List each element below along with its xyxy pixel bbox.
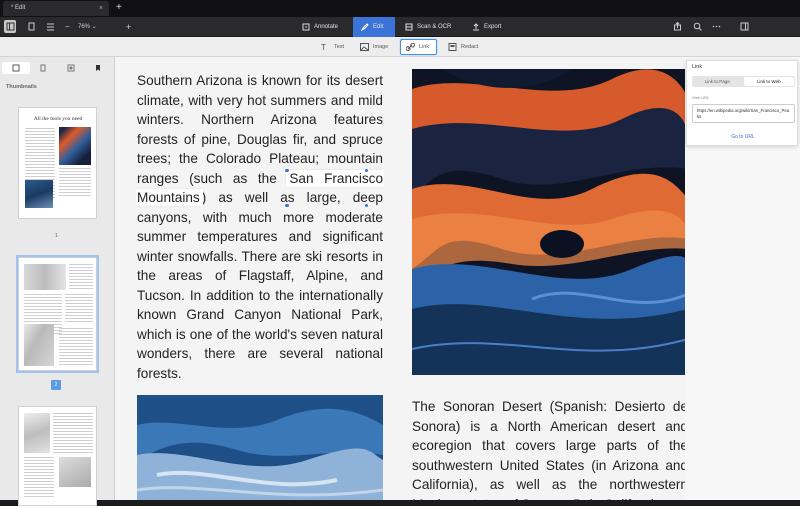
thumbnails-heading: Thumbnails <box>6 84 37 90</box>
thumbnail-text-block <box>59 328 93 366</box>
redact-tool-icon <box>448 43 457 51</box>
svg-text:T: T <box>321 43 326 51</box>
redact-tool-label: Redact <box>461 44 479 50</box>
thumbnail-image <box>25 180 53 208</box>
thumbnail-image <box>24 324 54 366</box>
main-toolbar: − 76% ⌄ + Annotate Edit Scan & OCR Expor… <box>0 17 800 37</box>
annotate-label: Annotate <box>314 24 339 30</box>
thumbnail-image <box>24 413 50 453</box>
bookmarks-tab[interactable] <box>85 62 113 74</box>
annotate-icon <box>302 23 310 31</box>
thumbnail-text-block <box>69 264 93 290</box>
export-label: Export <box>484 24 502 30</box>
thumbnail-image <box>24 264 66 290</box>
thumbnail-image <box>59 127 91 165</box>
page-thumbnail-1[interactable]: All the tools you need <box>18 107 97 219</box>
image-tool-label: Image <box>373 44 389 50</box>
link-tool-icon <box>406 43 415 51</box>
thumbnail-text-block <box>59 168 91 198</box>
sidebar-toggle-icon[interactable] <box>4 20 16 33</box>
paragraph-text-2[interactable]: The Sonoran Desert (Spanish: Desierto de… <box>412 397 685 500</box>
bookmark-icon <box>96 65 101 71</box>
thumbnail-title: All the tools you need <box>33 116 83 122</box>
thumbnails-tab[interactable] <box>2 62 30 74</box>
page-number-selected: 2 <box>51 380 61 390</box>
outline-tab[interactable] <box>30 62 58 74</box>
link-type-segmented-control: Link to Page Link to Web <box>692 76 795 87</box>
page-thumbnail-3[interactable] <box>18 406 97 506</box>
scan-ocr-mode-button[interactable]: Scan & OCR <box>397 17 459 37</box>
image-tool-icon <box>360 43 369 51</box>
text-tool-label: Text <box>334 44 345 50</box>
thumbnail-text-block <box>65 294 93 324</box>
image-tool-button[interactable]: Image <box>355 39 393 55</box>
edit-label: Edit <box>373 24 384 30</box>
link-to-page-option[interactable]: Link to Page <box>692 76 743 87</box>
selection-handle[interactable] <box>285 168 289 172</box>
selection-handle[interactable] <box>365 204 369 207</box>
edit-tools-bar: T Text Image Link Redact <box>0 37 800 57</box>
sidebar: Thumbnails All the tools you need 1 2 <box>0 57 115 506</box>
thumbnail-image <box>59 457 91 487</box>
ocean-waves-image[interactable] <box>137 395 383 500</box>
tab-label: * Edit <box>11 5 26 11</box>
go-to-url-link[interactable]: Go to URL <box>687 134 799 140</box>
share-icon[interactable] <box>671 20 683 33</box>
paragraph-text-start: Southern Arizona is known for its desert… <box>137 73 383 186</box>
selection-handle[interactable] <box>365 168 369 172</box>
more-icon[interactable] <box>710 20 722 33</box>
page-number: 1 <box>55 233 58 239</box>
link-tool-button[interactable]: Link <box>400 39 437 55</box>
export-icon <box>473 23 479 31</box>
link-panel: Link Link to Page Link to Web Web URL ht… <box>686 60 798 146</box>
redact-tool-button[interactable]: Redact <box>443 39 483 55</box>
scroll-view-icon[interactable] <box>44 20 56 33</box>
zoom-in-button[interactable]: + <box>126 17 131 37</box>
document-page: Southern Arizona is known for its desert… <box>115 57 685 500</box>
web-url-field[interactable]: https://en.wikipedia.org/wiki/San_Franci… <box>692 104 795 123</box>
search-icon[interactable] <box>691 20 703 33</box>
text-tool-button[interactable]: T Text <box>316 39 349 55</box>
page-thumbnail-2[interactable] <box>16 255 99 373</box>
abstract-art-image[interactable] <box>412 69 685 375</box>
annotations-tab[interactable] <box>57 62 85 74</box>
text-tool-icon: T <box>321 43 326 51</box>
export-mode-button[interactable]: Export <box>464 17 509 37</box>
scan-icon <box>405 23 413 31</box>
thumbnail-text-block <box>24 457 54 497</box>
link-to-web-option[interactable]: Link to Web <box>743 77 794 86</box>
paragraph-text[interactable]: Southern Arizona is known for its desert… <box>135 71 385 383</box>
close-icon[interactable]: × <box>99 1 103 16</box>
sidebar-tabs <box>2 62 112 74</box>
thumbnails-icon <box>12 64 20 72</box>
page-view-icon[interactable] <box>25 20 37 33</box>
new-tab-button[interactable]: + <box>116 0 122 16</box>
link-panel-title: Link <box>692 64 703 70</box>
scan-ocr-label: Scan & OCR <box>417 24 452 30</box>
outline-icon <box>40 64 46 72</box>
tab-edit[interactable]: * Edit × <box>3 1 109 16</box>
web-url-label: Web URL <box>692 95 710 100</box>
zoom-out-button[interactable]: − <box>65 17 70 37</box>
edit-mode-button[interactable]: Edit <box>353 17 395 37</box>
zoom-select[interactable]: 76% ⌄ <box>78 17 97 37</box>
inspector-icon[interactable] <box>738 20 750 33</box>
thumbnail-text-block <box>53 413 93 453</box>
annotations-icon <box>67 64 75 72</box>
tab-bar: * Edit × + <box>0 0 800 17</box>
paragraph-text-end: ) as well as large, deep canyons, with m… <box>137 190 383 381</box>
annotate-mode-button[interactable]: Annotate <box>294 17 346 37</box>
edit-icon <box>361 23 369 31</box>
link-tool-label: Link <box>419 44 430 50</box>
